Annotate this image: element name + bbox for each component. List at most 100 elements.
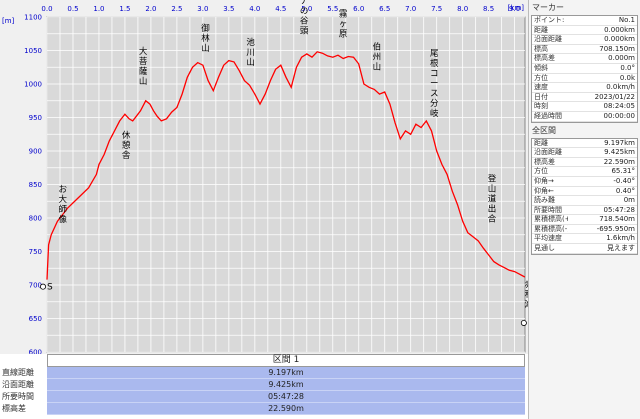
y-tick-label: 600 [29, 349, 42, 355]
summary-label: 沿面距離 [0, 379, 47, 391]
summary-label: 所要時間 [0, 391, 47, 403]
y-tick-label: 1000 [24, 81, 42, 89]
y-tick-label: 800 [29, 215, 42, 223]
waypoint-label: 登山道出合 [488, 174, 497, 225]
x-tick-label: 2.5 [171, 5, 182, 13]
section-row-label: 累積標高(+) [534, 215, 568, 224]
waypoint-label-char: 合 [488, 214, 497, 225]
waypoint-label-char: ヶ [339, 20, 348, 30]
start-point-icon [40, 283, 47, 290]
marker-row: 標高差 0.000m [532, 54, 637, 64]
waypoint-label-char: 谷 [300, 17, 309, 27]
marker-row: 時刻 08:24:05 [532, 102, 637, 112]
marker-row: 速度 0.0km/h [532, 83, 637, 93]
section-row-label: 累積標高(-) [534, 224, 568, 233]
waypoint-label-char: 根 [430, 58, 439, 69]
section-row: 沿面距離 9.425km [532, 148, 637, 158]
waypoint-label-char: の [300, 7, 309, 17]
summary-row: 直線距離 9.197km [0, 367, 525, 379]
marker-row-value: 708.150m [599, 44, 635, 53]
marker-row: 経過時間 00:00:00 [532, 112, 637, 122]
section-panel-title: 全区間 [532, 125, 556, 135]
section-row-value: 22.590m [603, 157, 635, 166]
waypoint-label-char: 像 [59, 214, 68, 225]
x-tick-label: 8.5 [483, 5, 494, 13]
section-row-label: 距離 [534, 138, 548, 147]
end-point-icon [520, 319, 527, 326]
x-tick-label: 6.0 [353, 5, 364, 13]
x-tick-label: 3.0 [197, 5, 208, 13]
waypoint-label: 池川山 [246, 37, 255, 68]
waypoint-label-char: 憩 [122, 140, 131, 151]
waypoint-label-char: ス [430, 89, 439, 99]
marker-row: 日付 2023/01/22 [532, 93, 637, 103]
section-row-value: 9.197km [604, 138, 635, 147]
summary-row: 標高差 22.590m [0, 403, 525, 415]
marker-row-label: ポイント: [534, 16, 565, 24]
y-tick-label: 1050 [24, 47, 42, 55]
marker-row-label: 沿面距離 [534, 35, 562, 44]
summary-row: 所要時間 05:47:28 [0, 391, 525, 403]
elevation-chart-svg[interactable]: 600 650 700 750 800 850 900 950 1000 1050 1100 0.0… [0, 0, 534, 357]
section-row-label: 平均速度 [534, 234, 562, 243]
section-row-label: 読み難 [534, 196, 555, 205]
elevation-profile-chart[interactable]: 600 650 700 750 800 850 900 950 1000 1050 1100 0.0… [0, 0, 534, 357]
marker-row-value: 0.000m [608, 54, 635, 63]
waypoint-label-char: 大 [59, 194, 68, 205]
section-panel: 距離 9.197km 沿面距離 9.425km 標高差 22.590m 方位 65.31… [531, 137, 638, 255]
marker-panel-title: マーカー [532, 3, 564, 12]
summary-row: 沿面距離 9.425km [0, 379, 525, 391]
x-tick-label: 0.5 [67, 5, 78, 13]
y-tick-label: 650 [29, 315, 42, 323]
x-tick-label: 7.0 [405, 5, 416, 13]
section-row: 読み難 0m [532, 196, 637, 206]
section-row-label: 見通し [534, 244, 555, 253]
waypoint-label-char: 尾 [430, 49, 439, 59]
waypoint-label-char: 林 [201, 33, 210, 44]
section-row-value: -695.950m [596, 224, 635, 233]
marker-row-label: 方位 [534, 73, 548, 82]
x-tick-label: 2.0 [145, 5, 156, 13]
y-tick-label: 750 [29, 248, 42, 256]
marker-row: 沿面距離 0.000km [532, 35, 637, 45]
section-row-value: 0.40° [615, 186, 635, 195]
section-row-label: 所要時間 [534, 205, 562, 214]
marker-row-value: No.1 [618, 16, 635, 24]
section-row: 所要時間 05:47:28 [532, 206, 637, 216]
waypoint-label-char: 州 [373, 53, 382, 63]
x-tick-label: 7.5 [431, 5, 442, 13]
waypoint-label-char: 舎 [122, 151, 131, 161]
marker-row-label: 速度 [534, 83, 548, 92]
waypoint-label-char: 山 [139, 76, 148, 87]
section-row: 累積標高(+) 718.540m [532, 215, 637, 225]
summary-label: 直線距離 [0, 367, 47, 379]
marker-row-label: 標高差 [534, 54, 555, 63]
section-row-value: -0.40° [613, 176, 635, 185]
x-tick-label: 4.0 [249, 5, 260, 13]
waypoint-label: 休憩舎 [122, 130, 131, 161]
section-row-label: 方位 [534, 167, 548, 176]
section-header[interactable]: 区間 1 [47, 354, 525, 367]
x-unit-label: [km] [508, 4, 525, 12]
marker-row-value: 0.0km/h [606, 83, 635, 92]
section-row: 仰角→ -0.40° [532, 177, 637, 187]
section-row-value: 9.425km [604, 148, 635, 157]
section-row-value: 見えます [607, 244, 635, 253]
y-tick-label: 900 [29, 148, 42, 156]
waypoint-label-char: 菩 [139, 56, 148, 67]
marker-row-value: 0.000km [604, 35, 635, 44]
section-row: 見通し 見えます [532, 244, 637, 254]
marker-row-value: 08:24:05 [603, 102, 635, 111]
x-tick-label: 0.0 [41, 5, 52, 13]
marker-row-label: 標高 [534, 44, 548, 53]
marker-row-label: 時刻 [534, 102, 548, 111]
end-marker [520, 319, 527, 326]
section-row-value: 718.540m [599, 215, 635, 224]
waypoint-label-char: コ [430, 69, 439, 79]
waypoint-label: 霧ヶ原 [339, 10, 348, 40]
waypoint-label-char: 頭 [300, 27, 309, 37]
summary-label: 標高差 [0, 403, 47, 415]
x-tick-label: 1.5 [119, 5, 130, 13]
x-tick-label: 6.5 [379, 5, 390, 13]
section-row: 標高差 22.590m [532, 158, 637, 168]
